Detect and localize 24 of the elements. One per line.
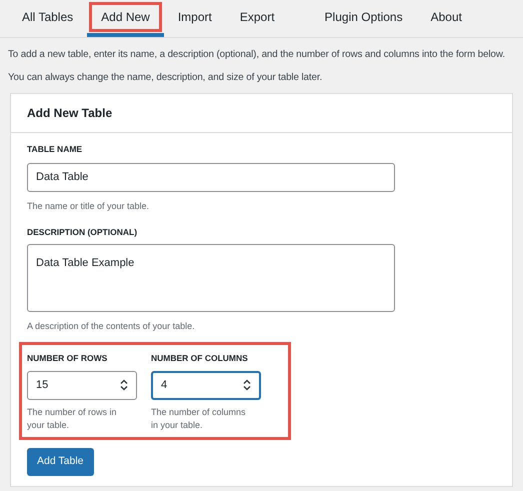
tab[interactable]: Export [226,1,289,37]
help-text: A description of the contents of your table. [27,320,196,334]
tab[interactable]: About [416,1,476,37]
field-label: NUMBER OF COLUMNS [151,352,249,365]
field-label: TABLE NAME [27,143,84,156]
help-text: The number of rows in your table. [27,406,118,432]
intro-text: You can always change the name, description, and size of your table later. [8,70,324,85]
add-table-button[interactable]: Add Table [27,448,94,476]
field-label: NUMBER OF ROWS [27,352,108,365]
spinner-arrows-icon[interactable] [243,379,251,392]
tab[interactable]: Import [164,1,226,37]
help-text: The name or title of your table. [27,200,150,214]
help-text: The number of columns in your table. [151,406,247,432]
description-field[interactable]: Data Table Example [27,244,395,312]
tab[interactable]: All Tables [8,1,88,37]
tab[interactable]: Plugin Options [310,1,417,37]
card-title: Add New Table [27,105,114,122]
number-field[interactable]: 15 [27,370,137,400]
tab[interactable]: Add New [87,1,164,37]
number-field[interactable]: 4 [151,370,261,400]
intro-text: To add a new table, enter its name, a description (optional), and the number of rows and columns into the form below. [8,48,506,62]
field-label: DESCRIPTION (OPTIONAL) [27,226,138,238]
spinner-arrows-icon[interactable] [120,379,128,392]
table-name-field[interactable]: Data Table [27,163,395,192]
